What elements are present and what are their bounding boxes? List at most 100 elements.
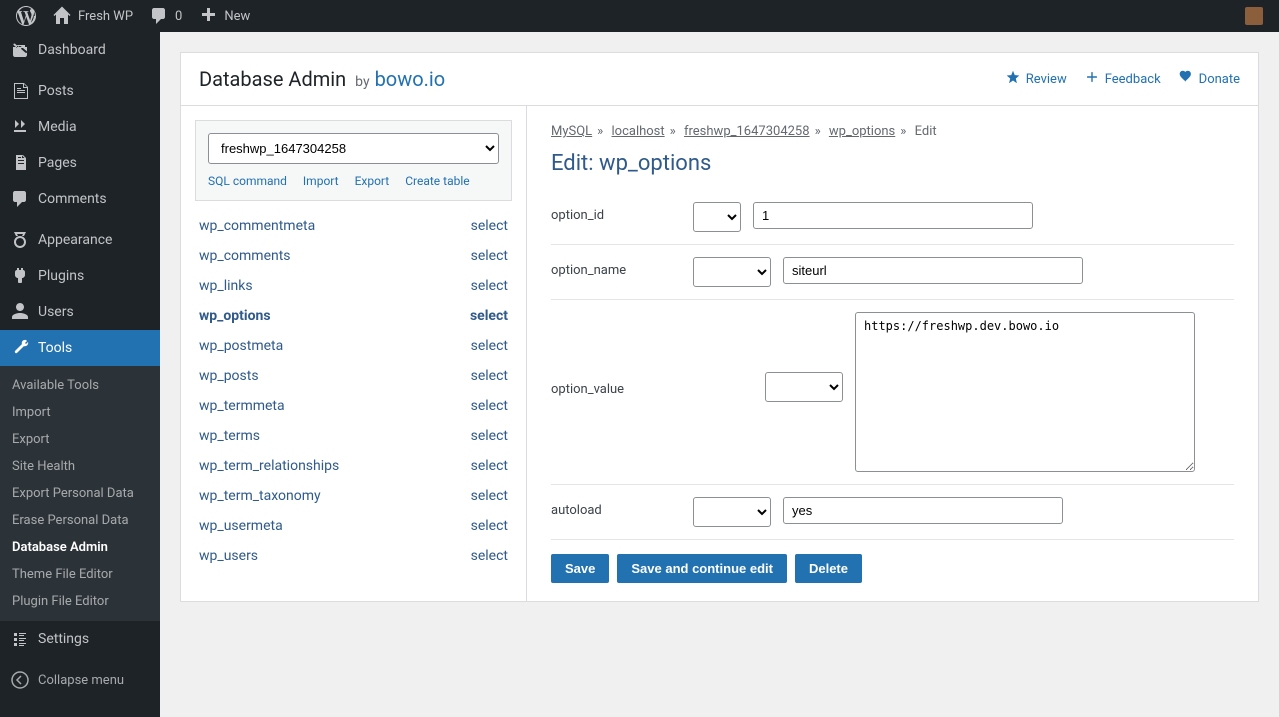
wordpress-icon [16, 6, 36, 26]
table-row: wp_comments select [195, 241, 512, 271]
author-link[interactable]: bowo.io [375, 67, 446, 91]
sidebar-sub-item[interactable]: Available Tools [0, 372, 160, 399]
table-name-link[interactable]: wp_comments [199, 248, 291, 264]
sidebar-sub-item[interactable]: Database Admin [0, 534, 160, 561]
sidebar-item-comments[interactable]: Comments [0, 181, 160, 217]
review-link[interactable]: Review [1006, 70, 1067, 88]
sidebar-item-plugins[interactable]: Plugins [0, 258, 160, 294]
user-menu[interactable] [1237, 0, 1271, 32]
breadcrumb-db[interactable]: freshwp_1647304258 [684, 124, 810, 139]
breadcrumb-host[interactable]: localhost [612, 124, 665, 139]
sidebar-item-tools[interactable]: Tools [0, 330, 160, 366]
breadcrumb-mysql[interactable]: MySQL [551, 124, 592, 139]
page-title: Database Admin by bowo.io [199, 67, 445, 91]
table-select-link[interactable]: select [471, 278, 508, 294]
database-panel: freshwp_1647304258 SQL command Import Ex… [181, 106, 527, 601]
settings-icon [10, 629, 30, 649]
autoload-input[interactable] [783, 497, 1063, 524]
breadcrumb: MySQL» localhost» freshwp_1647304258» wp… [551, 124, 1234, 139]
sidebar-item-users[interactable]: Users [0, 294, 160, 330]
create-table-link[interactable]: Create table [405, 174, 469, 188]
sidebar-item-dashboard[interactable]: Dashboard [0, 32, 160, 68]
card-header: Database Admin by bowo.io Review Feedbac… [181, 53, 1258, 106]
table-select-link[interactable]: select [471, 218, 508, 234]
field-label-option-id: option_id [551, 202, 681, 223]
table-name-link[interactable]: wp_termmeta [199, 398, 285, 414]
table-row: wp_terms select [195, 421, 512, 451]
table-name-link[interactable]: wp_commentmeta [199, 218, 315, 234]
sidebar-sub-item[interactable]: Export Personal Data [0, 480, 160, 507]
table-select-link[interactable]: select [471, 518, 508, 534]
option-value-textarea[interactable]: https://freshwp.dev.bowo.io [855, 312, 1195, 472]
sidebar-item-appearance[interactable]: Appearance [0, 222, 160, 258]
sidebar-item-posts[interactable]: Posts [0, 73, 160, 109]
table-select-link[interactable]: select [471, 488, 508, 504]
collapse-icon [10, 670, 30, 690]
export-link[interactable]: Export [355, 174, 390, 188]
wp-logo[interactable] [8, 0, 44, 32]
donate-link[interactable]: Donate [1179, 70, 1240, 88]
table-select-link[interactable]: select [471, 368, 508, 384]
breadcrumb-table[interactable]: wp_options [829, 124, 895, 139]
table-name-link[interactable]: wp_posts [199, 368, 259, 384]
table-row: wp_term_taxonomy select [195, 481, 512, 511]
users-icon [10, 302, 30, 322]
site-name: Fresh WP [78, 9, 133, 24]
table-name-link[interactable]: wp_users [199, 548, 258, 564]
content-heading: Edit: wp_options [551, 151, 1234, 176]
save-button[interactable]: Save [551, 554, 609, 583]
content-panel: MySQL» localhost» freshwp_1647304258» wp… [527, 106, 1258, 601]
table-name-link[interactable]: wp_links [199, 278, 253, 294]
option-id-func-select[interactable] [693, 202, 741, 232]
comments-link[interactable]: 0 [141, 0, 190, 32]
media-icon [10, 117, 30, 137]
sidebar-sub-item[interactable]: Import [0, 399, 160, 426]
option-name-func-select[interactable] [693, 257, 771, 287]
tools-submenu: Available ToolsImportExportSite HealthEx… [0, 366, 160, 621]
database-select[interactable]: freshwp_1647304258 [208, 133, 499, 164]
breadcrumb-action: Edit [915, 124, 937, 139]
feedback-link[interactable]: Feedback [1085, 70, 1161, 88]
table-select-link[interactable]: select [470, 308, 508, 324]
option-id-input[interactable] [753, 202, 1033, 229]
option-name-input[interactable] [783, 257, 1083, 284]
pages-icon [10, 153, 30, 173]
sidebar-sub-item[interactable]: Export [0, 426, 160, 453]
site-name-link[interactable]: Fresh WP [44, 0, 141, 32]
sidebar-sub-item[interactable]: Plugin File Editor [0, 588, 160, 615]
table-select-link[interactable]: select [471, 428, 508, 444]
table-name-link[interactable]: wp_usermeta [199, 518, 283, 534]
table-name-link[interactable]: wp_term_relationships [199, 458, 339, 474]
table-name-link[interactable]: wp_term_taxonomy [199, 488, 321, 504]
table-name-link[interactable]: wp_options [199, 308, 271, 324]
option-value-func-select[interactable] [765, 372, 843, 402]
table-select-link[interactable]: select [471, 248, 508, 264]
autoload-func-select[interactable] [693, 497, 771, 527]
comments-menu-icon [10, 189, 30, 209]
home-icon [52, 6, 72, 26]
table-select-link[interactable]: select [471, 398, 508, 414]
table-select-link[interactable]: select [471, 458, 508, 474]
table-row: wp_links select [195, 271, 512, 301]
table-row: wp_postmeta select [195, 331, 512, 361]
sidebar-item-settings[interactable]: Settings [0, 621, 160, 657]
heart-icon [1179, 70, 1193, 88]
sidebar-item-media[interactable]: Media [0, 109, 160, 145]
new-content-link[interactable]: New [190, 0, 258, 32]
delete-button[interactable]: Delete [795, 554, 862, 583]
plus-icon [198, 6, 218, 26]
collapse-menu[interactable]: Collapse menu [0, 662, 160, 698]
table-name-link[interactable]: wp_terms [199, 428, 260, 444]
table-select-link[interactable]: select [471, 548, 508, 564]
table-select-link[interactable]: select [471, 338, 508, 354]
field-label-option-value: option_value [551, 312, 681, 397]
sql-command-link[interactable]: SQL command [208, 174, 287, 188]
save-continue-button[interactable]: Save and continue edit [617, 554, 787, 583]
sidebar-sub-item[interactable]: Site Health [0, 453, 160, 480]
table-name-link[interactable]: wp_postmeta [199, 338, 283, 354]
table-list: wp_commentmetaselectwp_commentsselectwp_… [195, 211, 512, 571]
sidebar-sub-item[interactable]: Theme File Editor [0, 561, 160, 588]
import-link[interactable]: Import [303, 174, 339, 188]
sidebar-sub-item[interactable]: Erase Personal Data [0, 507, 160, 534]
sidebar-item-pages[interactable]: Pages [0, 145, 160, 181]
